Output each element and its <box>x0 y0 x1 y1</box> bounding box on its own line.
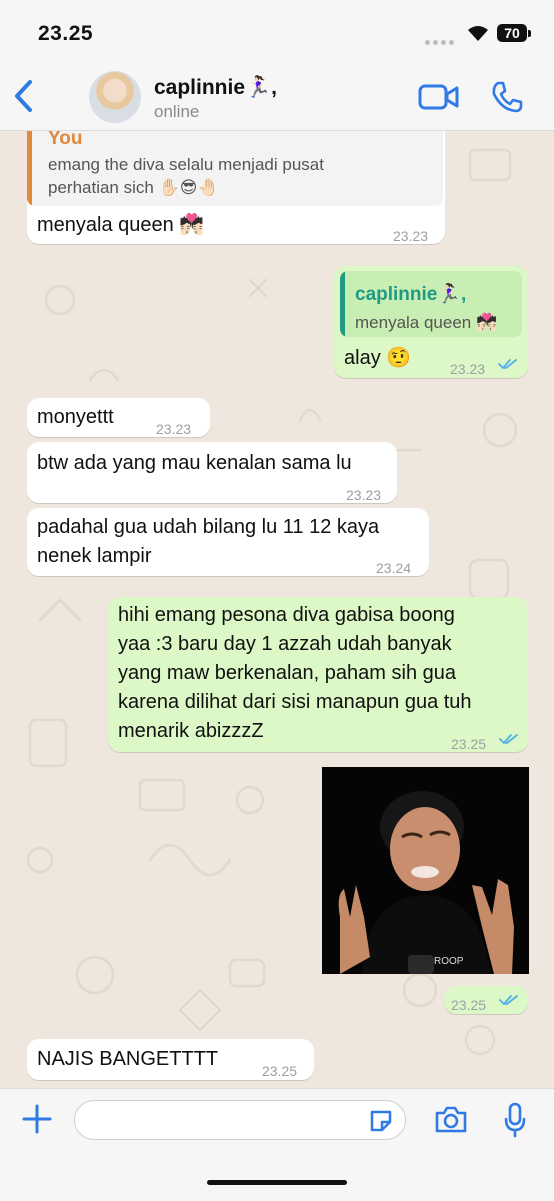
message-text: monyettt <box>37 406 114 428</box>
message-bubble-outgoing[interactable]: hihi emang pesona diva gabisa boong yaa … <box>108 597 528 752</box>
video-call-icon[interactable] <box>418 82 460 112</box>
photo-message[interactable]: ROOP <box>322 767 529 974</box>
back-chevron-icon[interactable] <box>10 78 38 114</box>
message-bubble-incoming[interactable]: NAJIS BANGETTTT 23.25 <box>27 1039 314 1080</box>
message-time: 23.25 <box>262 1063 298 1079</box>
message-text-line: menarik abizzzZ <box>118 720 264 742</box>
contact-avatar[interactable] <box>89 71 141 123</box>
photo-shirt-logo: ROOP <box>434 956 464 967</box>
read-ticks-icon <box>499 995 518 1005</box>
message-input[interactable] <box>74 1100 406 1140</box>
read-ticks-icon <box>499 734 518 744</box>
message-time: 23.25 <box>451 736 487 752</box>
message-text: NAJIS BANGETTTT <box>37 1048 219 1070</box>
quote-author: caplinnie🏃🏻‍♀️, <box>355 284 467 305</box>
read-ticks-icon <box>498 359 517 369</box>
message-time: 23.23 <box>393 228 429 244</box>
quoted-message[interactable]: You emang the diva selalu menjadi pusat … <box>27 120 443 206</box>
message-time: 23.25 <box>451 997 487 1013</box>
microphone-icon[interactable] <box>503 1102 527 1138</box>
message-time: 23.24 <box>376 560 412 576</box>
photo-time-bubble: 23.25 <box>444 986 528 1014</box>
contact-name[interactable]: caplinnie🏃🏻‍♀️, <box>154 76 277 100</box>
status-bar: 23.25 70 <box>0 0 554 60</box>
message-text-line: nenek lampir <box>37 545 152 567</box>
home-indicator[interactable] <box>207 1180 347 1185</box>
battery-icon: 70 <box>497 24 527 42</box>
photo-person-image <box>338 791 514 974</box>
message-time: 23.23 <box>156 421 192 437</box>
sticker-icon[interactable] <box>368 1108 394 1134</box>
camera-icon[interactable] <box>434 1104 468 1134</box>
message-time: 23.23 <box>450 361 486 377</box>
quote-accent-bar <box>27 120 32 206</box>
quote-accent-bar <box>340 271 345 337</box>
message-text: menyala queen 💏🏻 <box>37 214 205 236</box>
contact-status: online <box>154 102 200 121</box>
message-time: 23.23 <box>346 487 382 503</box>
plus-attach-icon[interactable] <box>22 1104 52 1134</box>
message-text-line: yaa :3 baru day 1 azzah udah banyak <box>118 633 452 655</box>
battery-cap <box>528 30 531 37</box>
voice-call-icon[interactable] <box>490 80 524 114</box>
message-text: alay 🤨 <box>344 347 412 369</box>
quote-text: emang the diva selalu menjadi pusat perh… <box>48 155 324 197</box>
message-text: btw ada yang mau kenalan sama lu <box>37 452 352 474</box>
message-text-line: padahal gua udah bilang lu 11 12 kaya <box>37 516 380 538</box>
quote-text: menyala queen 💏🏻 <box>355 313 498 332</box>
message-bubble-incoming[interactable]: monyettt 23.23 <box>27 398 210 437</box>
message-text-line: hihi emang pesona diva gabisa boong <box>118 604 455 626</box>
quoted-message[interactable]: caplinnie🏃🏻‍♀️, menyala queen 💏🏻 <box>340 271 522 337</box>
status-time: 23.25 <box>38 22 94 45</box>
message-text-line: karena dilihat dari sisi manapun gua tuh <box>118 691 472 713</box>
message-bubble-incoming[interactable]: btw ada yang mau kenalan sama lu 23.23 <box>27 442 397 503</box>
message-bubble-incoming[interactable]: padahal gua udah bilang lu 11 12 kaya ne… <box>27 508 429 576</box>
message-text-line: yang maw berkenalan, paham sih gua <box>118 662 456 684</box>
chat-header: caplinnie🏃🏻‍♀️, online <box>0 60 554 131</box>
wifi-icon <box>468 26 488 41</box>
message-bubble-outgoing[interactable]: caplinnie🏃🏻‍♀️, menyala queen 💏🏻 alay 🤨 … <box>334 266 528 378</box>
cellular-signal-icon <box>425 32 457 50</box>
